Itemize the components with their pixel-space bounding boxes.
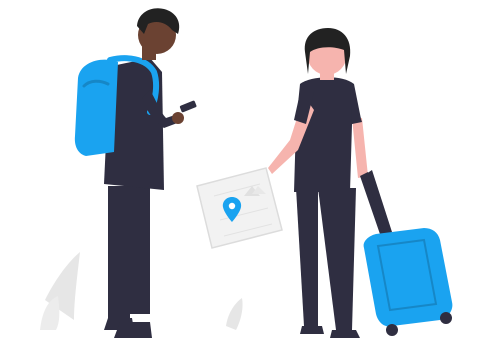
travel-illustration <box>0 0 480 338</box>
woman-left-leg <box>296 188 318 326</box>
suitcase-icon <box>360 170 453 336</box>
man-right-leg <box>128 186 150 314</box>
illustration-canvas <box>40 8 453 338</box>
man-figure <box>74 8 197 338</box>
woman-figure <box>268 28 368 338</box>
plant-left <box>40 252 80 330</box>
map-icon <box>196 167 283 249</box>
phone-icon <box>179 100 197 113</box>
man-left-leg <box>108 186 130 318</box>
woman-right-leg <box>318 188 356 330</box>
plant-middle <box>226 298 243 330</box>
